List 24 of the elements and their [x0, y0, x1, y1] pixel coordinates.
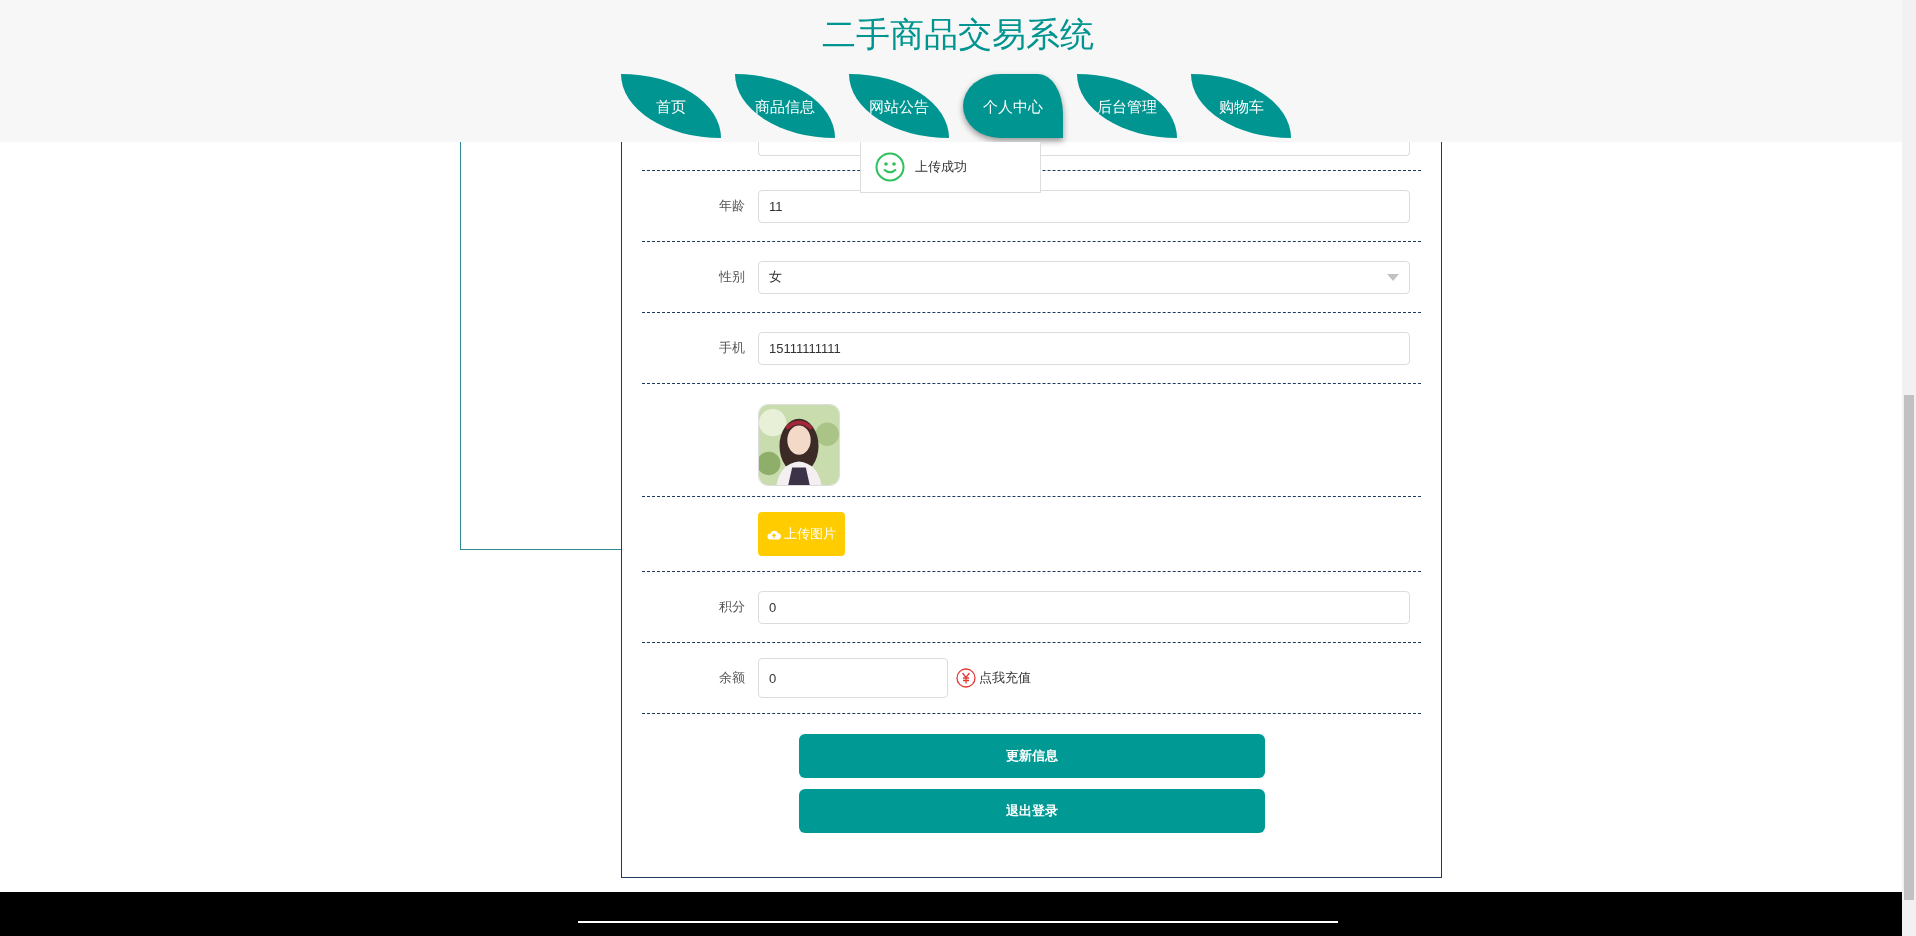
toast-message: 上传成功: [915, 158, 967, 177]
field-label: 手机: [719, 339, 745, 358]
action-button[interactable]: 退出登录: [798, 789, 1265, 833]
field-label: 积分: [719, 598, 745, 617]
nav-tab[interactable]: 后台管理: [1077, 74, 1177, 138]
field-label: 年龄: [719, 197, 745, 216]
nav-tab[interactable]: 个人中心: [963, 74, 1063, 138]
text-field[interactable]: 0: [758, 590, 1410, 624]
site-title: 二手商品交易系统: [822, 13, 1094, 56]
text-field[interactable]: 0: [758, 658, 948, 698]
select-field[interactable]: 女: [758, 260, 1410, 294]
cloud-upload-icon: [767, 528, 781, 540]
nav-tab[interactable]: 购物车: [1191, 74, 1291, 138]
yuan-icon: [956, 668, 976, 688]
smiley-icon: [875, 152, 905, 182]
field-label: 余额: [719, 669, 745, 688]
nav-tab[interactable]: 首页: [621, 74, 721, 138]
nav-tab[interactable]: 商品信息: [735, 74, 835, 138]
recharge-link[interactable]: 点我充值: [979, 668, 1031, 688]
dropdown-caret-icon: [1387, 273, 1399, 281]
nav-tab[interactable]: 网站公告: [849, 74, 949, 138]
action-button[interactable]: 更新信息: [798, 734, 1265, 778]
text-field[interactable]: 15111111111: [758, 331, 1410, 365]
field-label: 性别: [719, 268, 745, 287]
